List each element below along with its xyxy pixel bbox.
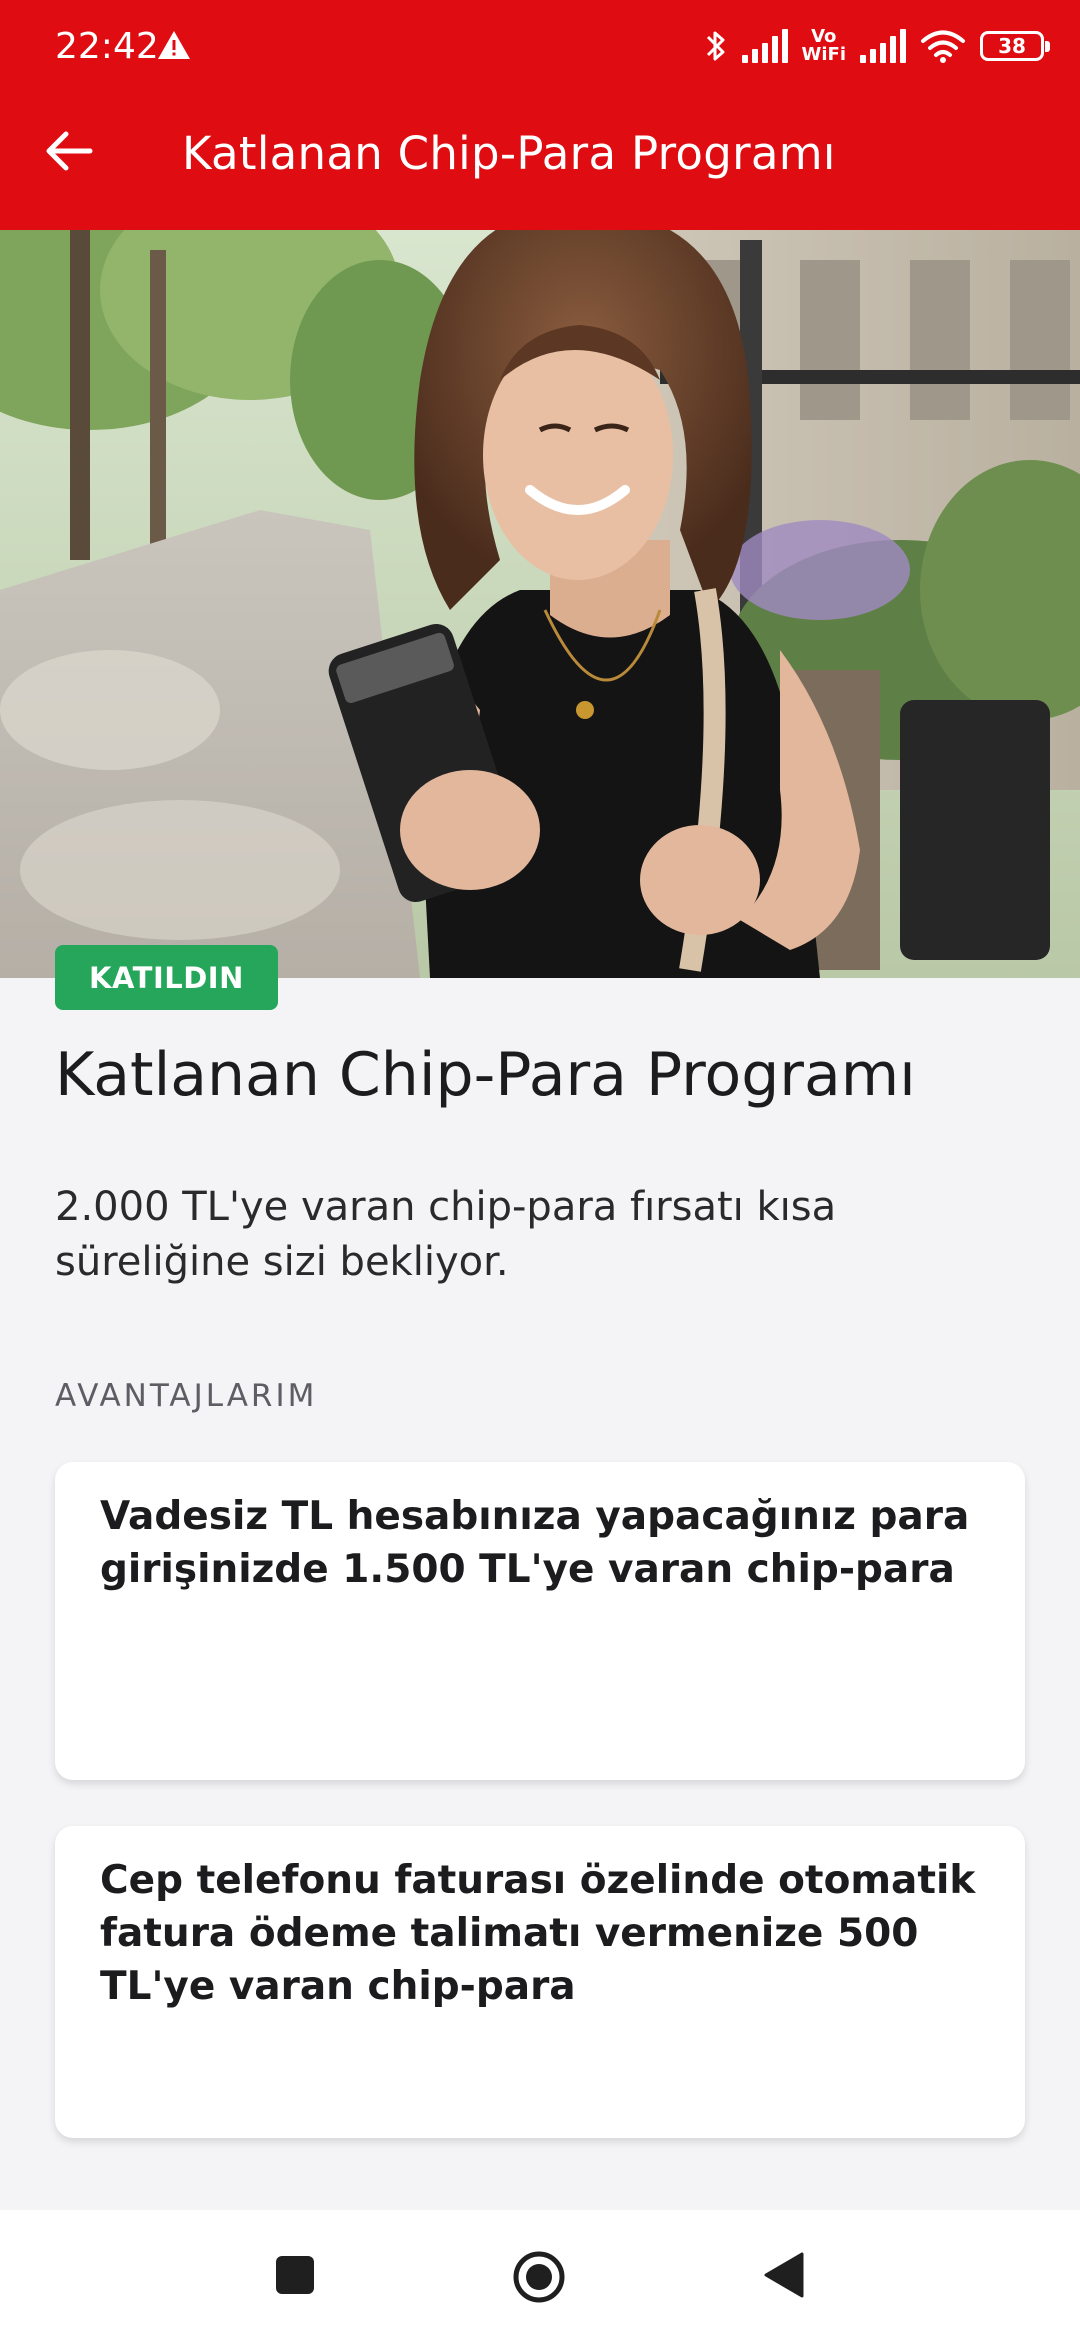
- arrow-left-icon[interactable]: [40, 121, 100, 181]
- circle-icon[interactable]: [512, 2250, 566, 2304]
- status-time: 22:42: [55, 26, 159, 67]
- vowifi-bottom: WiFi: [801, 44, 847, 65]
- hero-image: [0, 230, 1080, 978]
- app-bar-title: Katlanan Chip-Para Programı: [182, 127, 836, 180]
- battery-icon: 38: [980, 31, 1050, 61]
- advantage-card-text: Cep telefonu faturası özelinde otomatik …: [100, 1858, 976, 2009]
- status-bar: 22:42 Vo WiFi 38: [0, 0, 1080, 95]
- system-nav-bar: [0, 2210, 1080, 2340]
- signal-icon-2: [860, 29, 906, 63]
- advantage-card-text: Vadesiz TL hesabınıza yapacağınız para g…: [100, 1494, 970, 1592]
- wifi-icon: [921, 30, 965, 63]
- vowifi-icon: Vo WiFi: [802, 28, 847, 64]
- battery-level: 38: [998, 34, 1026, 58]
- triangle-icon[interactable]: [760, 2250, 806, 2300]
- square-icon[interactable]: [276, 2256, 314, 2294]
- advantage-card[interactable]: Vadesiz TL hesabınıza yapacağınız para g…: [55, 1462, 1025, 1780]
- page-title: Katlanan Chip-Para Programı: [55, 1040, 916, 1110]
- advantage-card[interactable]: Cep telefonu faturası özelinde otomatik …: [55, 1826, 1025, 2138]
- header: 22:42 Vo WiFi 38 Katlanan Chip-Para Prog…: [0, 0, 1080, 230]
- status-icons: Vo WiFi 38: [704, 20, 1050, 72]
- program-description: 2.000 TL'ye varan chip-para fırsatı kısa…: [55, 1184, 837, 1285]
- bluetooth-icon: [706, 31, 724, 61]
- app-bar: Katlanan Chip-Para Programı: [0, 95, 1080, 230]
- warning-icon: [158, 31, 190, 59]
- section-label-advantages: AVANTAJLARIM: [55, 1378, 318, 1414]
- signal-icon-1: [741, 29, 788, 63]
- status-badge: KATILDIN: [55, 945, 278, 1010]
- hero-photo: [0, 230, 1080, 978]
